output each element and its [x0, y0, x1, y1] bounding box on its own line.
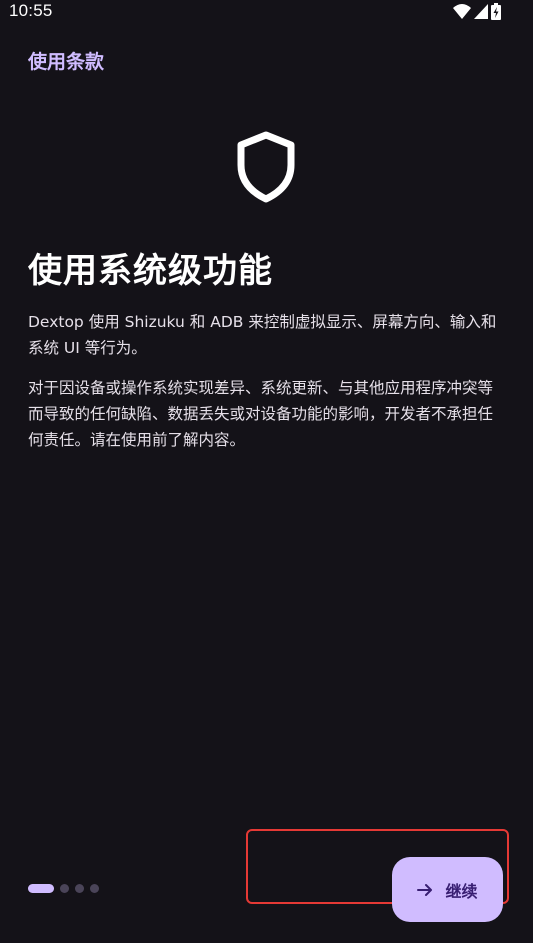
description-paragraph-2: 对于因设备或操作系统实现差异、系统更新、与其他应用程序冲突等而导致的任何缺陷、数… [28, 379, 494, 449]
page-dot-active [28, 884, 54, 893]
page-dot [90, 884, 99, 893]
status-time: 10:55 [9, 1, 53, 20]
page-dot [75, 884, 84, 893]
arrow-right-icon [417, 882, 433, 898]
page-dot [60, 884, 69, 893]
continue-button-label: 继续 [445, 881, 478, 901]
wifi-icon [453, 4, 471, 19]
headline: 使用系统级功能 [28, 251, 273, 291]
shield-icon [236, 131, 296, 203]
status-icons [453, 3, 501, 20]
continue-button[interactable]: 继续 [392, 857, 503, 922]
description-paragraph-1: Dextop 使用 Shizuku 和 ADB 来控制虚拟显示、屏幕方向、输入和… [28, 313, 497, 357]
signal-icon [474, 4, 488, 19]
battery-charging-icon [491, 3, 501, 20]
status-bar: 10:55 [0, 0, 533, 24]
page-title: 使用条款 [28, 51, 105, 73]
page-indicator [28, 884, 99, 893]
